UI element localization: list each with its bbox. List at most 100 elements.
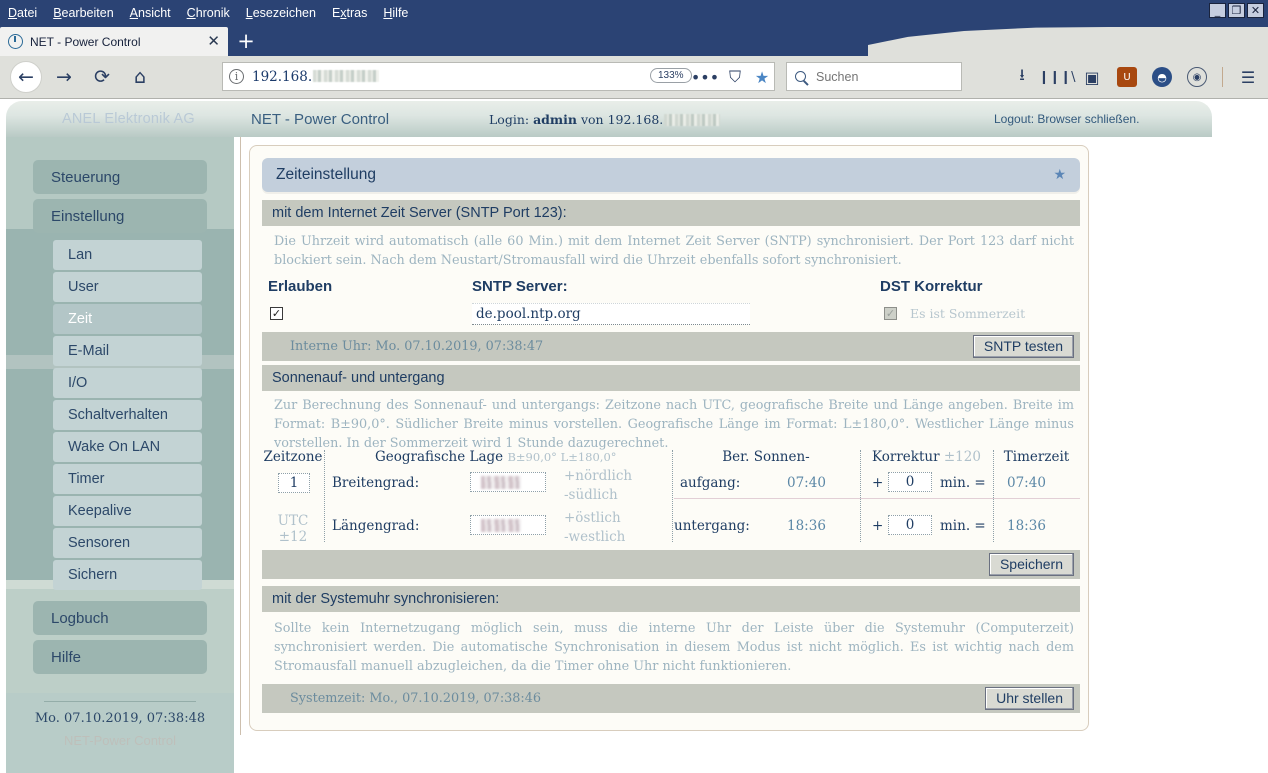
sidebar-item-label: Schaltverhalten: [68, 407, 168, 423]
sntp-test-button[interactable]: SNTP testen: [972, 335, 1074, 358]
pocket-icon[interactable]: ◉: [1187, 67, 1207, 87]
section-header-label: mit der Systemuhr synchronisieren:: [272, 591, 500, 607]
menu-item-lesezeichen[interactable]: Lesezeichen: [246, 0, 316, 27]
longitude-hint-east: +östlich: [564, 510, 621, 526]
sun-save-bar: Speichern: [262, 550, 1080, 579]
set-clock-button[interactable]: Uhr stellen: [985, 687, 1074, 710]
search-bar[interactable]: [786, 62, 962, 91]
sidebar-item-schaltverhalten[interactable]: Schaltverhalten: [53, 400, 202, 430]
section-header-label: Sonnenauf- und untergang: [272, 370, 445, 386]
latitude-label: Breitengrad:: [332, 475, 420, 491]
dst-checkbox: [884, 307, 897, 320]
col-header-calc: Ber. Sonnen-: [722, 449, 810, 465]
search-input[interactable]: [814, 68, 953, 85]
save-button[interactable]: Speichern: [988, 553, 1074, 576]
menu-item-chronik[interactable]: Chronik: [187, 0, 230, 27]
library-icon[interactable]: ❙❙❙\: [1038, 67, 1075, 87]
sunrise-unit: min. =: [940, 475, 986, 491]
sunset-correction-input[interactable]: [888, 515, 932, 535]
tab-strip: NET - Power Control ✕ +: [0, 27, 1268, 56]
sidebar-item-label: Hilfe: [51, 648, 82, 666]
sunset-time: 18:36: [787, 518, 826, 534]
main-content: Zeiteinstellung ★ mit dem Internet Zeit …: [240, 137, 1096, 735]
bookmark-star-icon[interactable]: ★: [751, 66, 773, 88]
sidebar-item-timer[interactable]: Timer: [53, 464, 202, 494]
sunset-result: 18:36: [1007, 518, 1046, 534]
sidebar-item-label: User: [68, 279, 99, 295]
sun-table: Zeitzone Geografische Lage B±90,0° L±180…: [262, 446, 1080, 546]
sidebar-item-io[interactable]: I/O: [53, 368, 202, 398]
window-title-bar: Datei Bearbeiten Ansicht Chronik Lesezei…: [0, 0, 1268, 27]
sidebar-item-label: Steuerung: [51, 168, 121, 186]
menu-item-datei[interactable]: Datei: [8, 0, 37, 27]
sidebar-item-steuerung[interactable]: Steuerung: [33, 160, 207, 194]
tab-net-power-control[interactable]: NET - Power Control ✕: [0, 27, 228, 56]
sidebar-item-hilfe[interactable]: Hilfe: [33, 640, 207, 674]
logout-label: Logout: Browser schließen.: [994, 112, 1140, 126]
toolbar-separator: [1222, 67, 1223, 87]
sun-description: Zur Berechnung des Sonnenauf- und unterg…: [274, 398, 1074, 451]
col-header-geo: Geografische Lage B±90,0° L±180,0°: [375, 449, 617, 465]
menu-icon[interactable]: ☰: [1238, 67, 1258, 87]
sunrise-correction-input[interactable]: [888, 472, 932, 492]
sidebar-item-label: Timer: [68, 471, 105, 487]
longitude-input[interactable]: [470, 515, 546, 535]
search-icon: [795, 71, 806, 82]
redacted-ip-segment: [664, 113, 721, 126]
info-icon[interactable]: i: [229, 69, 244, 84]
reader-mode-icon[interactable]: ⛉: [724, 66, 746, 88]
account-icon[interactable]: ◓: [1152, 67, 1172, 87]
shield-icon[interactable]: U: [1117, 67, 1137, 87]
menu-item-ansicht[interactable]: Ansicht: [130, 0, 171, 27]
latitude-hint-south: -südlich: [564, 487, 618, 503]
sidebar-item-user[interactable]: User: [53, 272, 202, 302]
sidebar-item-zeit[interactable]: Zeit: [53, 304, 202, 334]
page-actions-icon[interactable]: •••: [691, 66, 719, 88]
sntp-server-label: SNTP Server:: [472, 278, 568, 295]
zoom-level-badge[interactable]: 133%: [650, 68, 692, 83]
sidebar-item-wake-on-lan[interactable]: Wake On LAN: [53, 432, 202, 462]
menu-item-extras[interactable]: Extras: [332, 0, 367, 27]
sidebar-item-keepalive[interactable]: Keepalive: [53, 496, 202, 526]
menu-item-bearbeiten[interactable]: Bearbeiten: [53, 0, 113, 27]
sidebar-item-einstellung[interactable]: Einstellung: [33, 199, 207, 233]
restore-button[interactable]: ❐: [1228, 3, 1245, 18]
sidebar-icon[interactable]: ▣: [1082, 67, 1102, 87]
redacted-latitude-value: [481, 476, 521, 489]
close-button[interactable]: ✕: [1247, 3, 1264, 18]
home-button[interactable]: ⌂: [124, 61, 156, 93]
back-button[interactable]: ←: [10, 61, 42, 93]
reload-button[interactable]: ⟳: [86, 61, 118, 93]
favorite-star-icon[interactable]: ★: [1053, 167, 1066, 183]
latitude-input[interactable]: [470, 472, 546, 492]
forward-button[interactable]: →: [48, 61, 80, 93]
erlauben-label: Erlauben: [268, 278, 333, 295]
sidebar-item-label: Sensoren: [68, 535, 131, 551]
section-header-system: mit der Systemuhr synchronisieren:: [262, 586, 1080, 612]
sunrise-time: 07:40: [787, 475, 826, 491]
latitude-hint-north: +nördlich: [564, 468, 633, 484]
sidebar-item-email[interactable]: E-Mail: [53, 336, 202, 366]
sidebar-item-sensoren[interactable]: Sensoren: [53, 528, 202, 558]
sun-row-divider: [674, 498, 1080, 499]
sidebar-item-label: Wake On LAN: [68, 439, 161, 455]
close-icon[interactable]: ✕: [207, 34, 220, 49]
download-icon[interactable]: ⭳: [1012, 65, 1032, 87]
timezone-input[interactable]: [278, 473, 310, 493]
browser-tool-icons: ⭳ ❙❙❙\ ▣ U ◓ ◉ ☰: [1012, 62, 1258, 92]
settings-panel: Zeiteinstellung ★ mit dem Internet Zeit …: [249, 145, 1089, 731]
sntp-server-input[interactable]: [472, 303, 750, 325]
brand-label: ANEL Elektronik AG: [62, 111, 195, 127]
page-viewport: ANEL Elektronik AG NET - Power Control L…: [0, 98, 1268, 773]
sidebar-item-lan[interactable]: Lan: [53, 240, 202, 270]
erlauben-checkbox[interactable]: [270, 307, 283, 320]
new-tab-button[interactable]: +: [235, 31, 257, 53]
sidebar-item-sichern[interactable]: Sichern: [53, 560, 202, 590]
minimize-button[interactable]: _: [1209, 3, 1226, 18]
sidebar-item-logbuch[interactable]: Logbuch: [33, 601, 207, 635]
menu-item-hilfe[interactable]: Hilfe: [383, 0, 408, 27]
url-text: 192.168.: [252, 69, 380, 85]
sidebar-item-label: Einstellung: [51, 207, 125, 225]
sidebar-ghost-logo: NET-Power Control: [64, 733, 176, 748]
redacted-url-segment: [313, 69, 380, 82]
